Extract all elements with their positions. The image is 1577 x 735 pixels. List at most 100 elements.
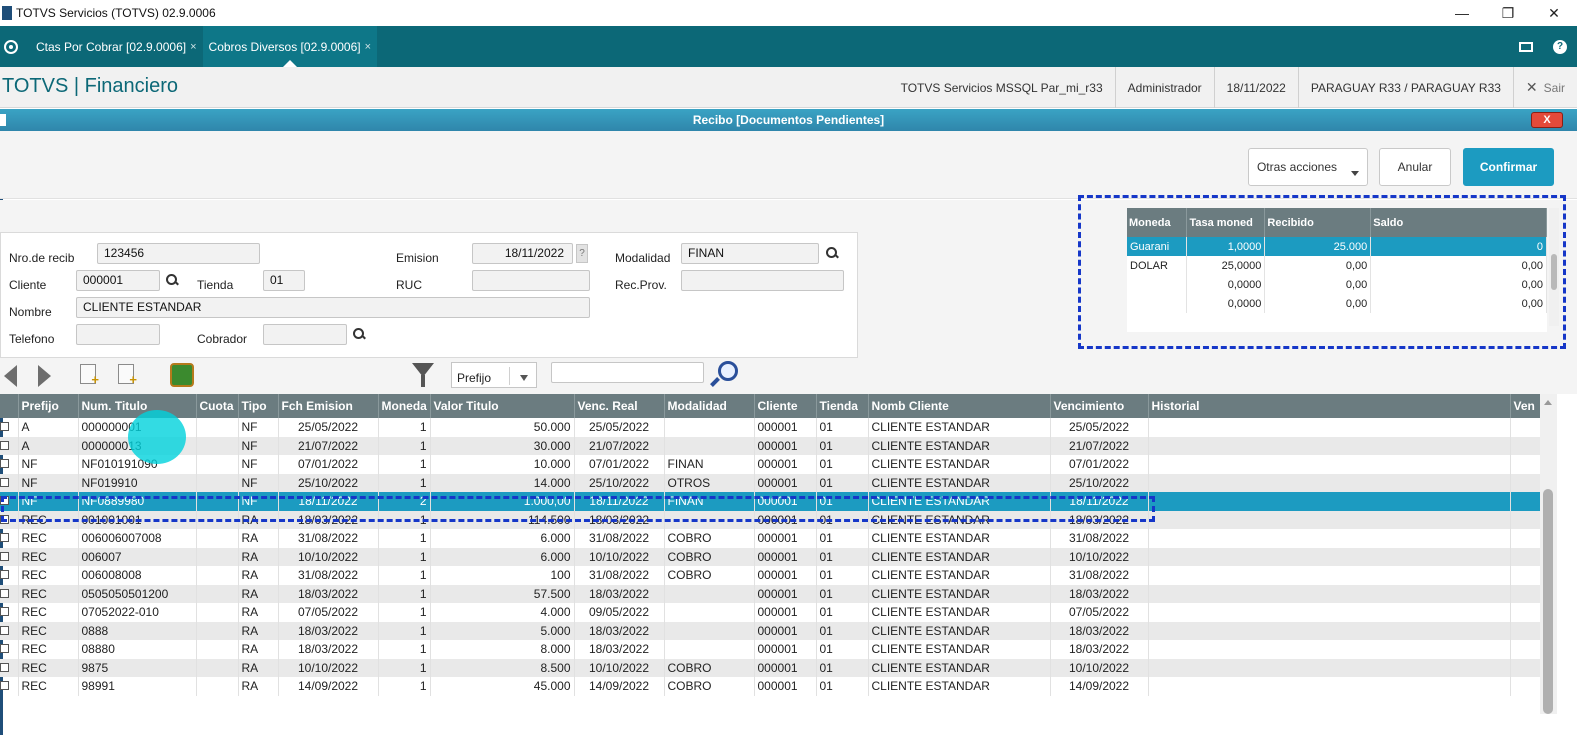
search-icon[interactable]	[826, 247, 838, 259]
cancel-button[interactable]: Anular	[1379, 148, 1451, 186]
row-checkbox[interactable]	[0, 625, 9, 635]
table-row[interactable]: NF NF0889980 NF 18/11/2022 2 1.000,00 18/11/20…	[0, 492, 1541, 511]
scrollbar-thumb[interactable]	[1543, 489, 1553, 714]
table-row[interactable]: NF NF010191090 NF 07/01/2022 1 10.000 07/01/20…	[0, 455, 1541, 474]
row-select-cell[interactable]	[0, 566, 19, 585]
table-row[interactable]: REC 001001001 RA 18/03/2022 1 114.500 18/03/20…	[0, 510, 1541, 529]
column-header[interactable]: Modalidad	[664, 394, 755, 418]
dialog-close-button[interactable]: X	[1531, 112, 1563, 128]
table-row[interactable]: REC 006006007008 RA 31/08/2022 1 6.000 31/08/2…	[0, 529, 1541, 548]
grid-search-input[interactable]	[551, 362, 704, 383]
table-row[interactable]: A 000000013 NF 21/07/2022 1 30.000 21/07/2022 0…	[0, 436, 1541, 455]
row-checkbox[interactable]	[0, 607, 9, 617]
search-icon[interactable]	[353, 328, 365, 340]
mail-icon[interactable]	[1519, 41, 1533, 52]
row-select-cell[interactable]	[0, 621, 19, 640]
grid-scrollbar[interactable]	[1540, 394, 1557, 714]
help-icon[interactable]: ?	[1553, 39, 1567, 54]
table-row[interactable]: NF NF019910 NF 25/10/2022 1 14.000 25/10/2022 O…	[0, 473, 1541, 492]
table-row[interactable]: REC 0888 RA 18/03/2022 1 5.000 18/03/2022 00000…	[0, 621, 1541, 640]
add-document-icon[interactable]	[118, 364, 137, 387]
table-row[interactable]: REC 9875 RA 10/10/2022 1 8.500 10/10/2022 COBRO…	[0, 658, 1541, 677]
column-header[interactable]: Historial	[1148, 394, 1511, 418]
table-row[interactable]: A 000000001 NF 25/05/2022 1 50.000 25/05/2022 0…	[0, 418, 1541, 437]
column-header[interactable]: Venc. Real	[574, 394, 665, 418]
row-select-cell[interactable]	[0, 473, 19, 492]
home-icon[interactable]	[4, 39, 18, 54]
tab-ctas-por-cobrar[interactable]: Ctas Por Cobrar [02.9.0006] ×	[36, 26, 203, 67]
column-header[interactable]: Tasa moned	[1186, 208, 1266, 237]
maximize-button[interactable]: ❐	[1485, 0, 1531, 26]
client-field[interactable]: 000001	[76, 270, 160, 291]
tab-close-icon[interactable]: ×	[190, 41, 196, 53]
help-icon[interactable]: ?	[576, 244, 588, 263]
row-checkbox[interactable]	[0, 422, 9, 432]
row-select-cell[interactable]	[0, 436, 19, 455]
currency-row[interactable]: Guarani 1,0000 25.000 0	[1127, 237, 1547, 256]
currency-row[interactable]: 0,0000 0,00 0,00	[1127, 275, 1547, 294]
row-select-cell[interactable]	[0, 510, 19, 529]
tab-cobros-diversos[interactable]: Cobros Diversos [02.9.0006] ×	[202, 26, 378, 67]
filter-icon[interactable]	[412, 363, 434, 387]
row-checkbox[interactable]	[0, 570, 9, 580]
column-header[interactable]: Tipo	[238, 394, 279, 418]
row-checkbox[interactable]	[0, 533, 9, 543]
row-checkbox[interactable]	[0, 496, 9, 506]
row-checkbox[interactable]	[0, 514, 9, 524]
table-row[interactable]: REC 07052022-010 RA 07/05/2022 1 4.000 09/05/2…	[0, 603, 1541, 622]
collector-field[interactable]	[263, 324, 347, 345]
row-select-cell[interactable]	[0, 418, 19, 437]
receipt-number-field[interactable]: 123456	[97, 243, 260, 264]
rec-prov-field[interactable]	[681, 270, 844, 291]
row-select-cell[interactable]	[0, 492, 19, 511]
row-select-cell[interactable]	[0, 547, 19, 566]
select-column-header[interactable]	[0, 394, 19, 418]
filter-field-select[interactable]: Prefijo	[451, 362, 537, 388]
table-row[interactable]: REC 98991 RA 14/09/2022 1 45.000 14/09/2022 COB…	[0, 677, 1541, 696]
previous-icon[interactable]	[4, 365, 17, 387]
search-icon[interactable]	[710, 361, 738, 387]
name-field[interactable]: CLIENTE ESTANDAR	[76, 297, 590, 318]
minimize-button[interactable]: —	[1439, 0, 1485, 26]
row-checkbox[interactable]	[0, 644, 9, 654]
row-checkbox[interactable]	[0, 477, 9, 487]
row-select-cell[interactable]	[0, 658, 19, 677]
store-field[interactable]: 01	[263, 270, 305, 291]
column-header[interactable]: Recibido	[1264, 208, 1372, 237]
row-checkbox[interactable]	[0, 440, 9, 450]
table-row[interactable]: REC 0505050501200 RA 18/03/2022 1 57.500 18/03…	[0, 584, 1541, 603]
column-header[interactable]: Cliente	[754, 394, 817, 418]
table-row[interactable]: REC 006008008 RA 31/08/2022 1 100 31/08/2022 CO…	[0, 566, 1541, 585]
table-row[interactable]: REC 006007 RA 10/10/2022 1 6.000 10/10/2022 COB…	[0, 547, 1541, 566]
next-icon[interactable]	[38, 365, 51, 387]
close-window-button[interactable]: ✕	[1531, 0, 1577, 26]
table-row[interactable]: REC 08880 RA 18/03/2022 1 8.000 18/03/2022 0000…	[0, 640, 1541, 659]
column-header[interactable]: Ven	[1510, 394, 1541, 418]
column-header[interactable]: Moneda	[378, 394, 431, 418]
add-document-icon[interactable]	[80, 364, 99, 387]
scroll-up-icon[interactable]	[1544, 400, 1552, 405]
column-header[interactable]: Vencimiento	[1050, 394, 1149, 418]
tab-close-icon[interactable]: ×	[365, 41, 371, 53]
column-header[interactable]: Cuota	[196, 394, 239, 418]
search-icon[interactable]	[166, 274, 178, 286]
phone-field[interactable]	[76, 324, 160, 345]
row-checkbox[interactable]	[0, 551, 9, 561]
row-select-cell[interactable]	[0, 677, 19, 696]
row-checkbox[interactable]	[0, 588, 9, 598]
modality-field[interactable]: FINAN	[681, 243, 819, 264]
row-select-cell[interactable]	[0, 584, 19, 603]
row-checkbox[interactable]	[0, 459, 9, 469]
confirm-button[interactable]: Confirmar	[1463, 148, 1554, 186]
row-select-cell[interactable]	[0, 529, 19, 548]
exit-button[interactable]: ✕ Sair	[1512, 67, 1577, 108]
column-header[interactable]: Prefijo	[18, 394, 79, 418]
row-checkbox[interactable]	[0, 681, 9, 691]
column-header[interactable]: Num. Titulo	[78, 394, 197, 418]
column-header[interactable]: Tienda	[816, 394, 869, 418]
ruc-field[interactable]	[472, 270, 590, 291]
row-select-cell[interactable]	[0, 455, 19, 474]
column-header[interactable]: Valor Titulo	[430, 394, 575, 418]
column-header[interactable]: Nomb Cliente	[868, 394, 1051, 418]
row-checkbox[interactable]	[0, 662, 9, 672]
